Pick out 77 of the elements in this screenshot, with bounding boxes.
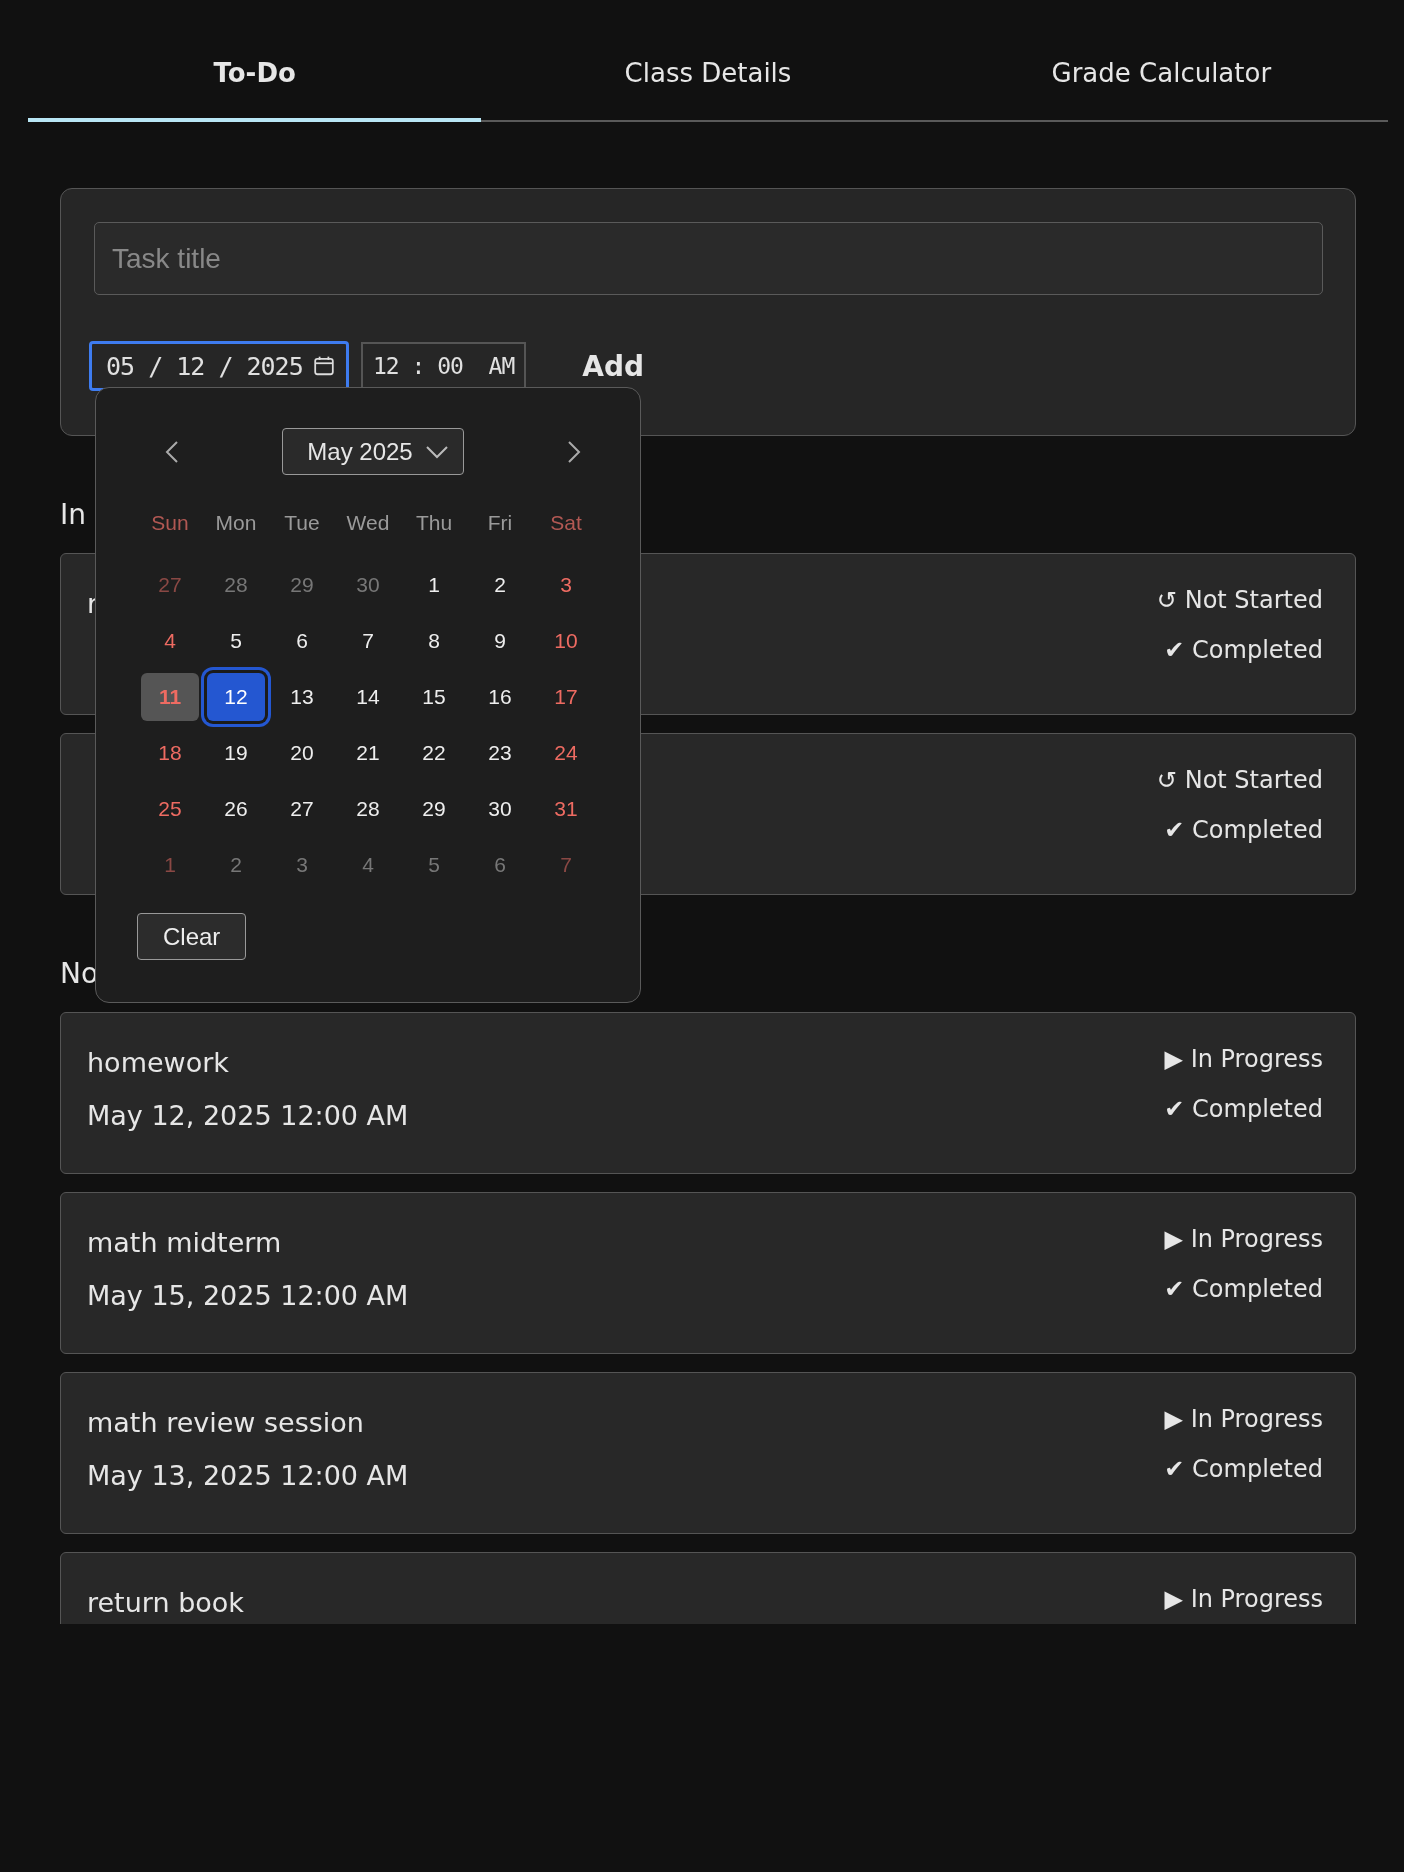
calendar-day[interactable]: 6 [273,617,331,665]
calendar-day[interactable]: 22 [405,729,463,777]
calendar-day[interactable]: 30 [471,785,529,833]
status-button[interactable]: ↺ Not Started [1156,586,1323,614]
month-select[interactable]: May 2025 [282,428,464,475]
calendar-day[interactable]: 20 [273,729,331,777]
calendar-day[interactable]: 10 [537,617,595,665]
tab[interactable]: Grade Calculator [934,58,1388,122]
weekday-label: Sun [150,510,190,536]
calendar-day[interactable]: 15 [405,673,463,721]
calendar-day[interactable]: 8 [405,617,463,665]
calendar-day[interactable]: 27 [273,785,331,833]
calendar-day[interactable]: 23 [471,729,529,777]
status-button[interactable]: ▶ In Progress [1164,1045,1323,1073]
calendar-day[interactable]: 13 [273,673,331,721]
calendar-day[interactable]: 3 [537,561,595,609]
calendar-icon [312,355,335,377]
weekday-label: Tue [283,510,321,536]
task-date: May 13, 2025 12:00 AM [87,1460,409,1491]
calendar-day[interactable]: 4 [141,617,199,665]
task-date: May 15, 2025 12:00 AM [87,1280,409,1311]
calendar-day[interactable]: 21 [339,729,397,777]
calendar-day[interactable]: 6 [471,841,529,889]
calendar-day[interactable]: 3 [273,841,331,889]
next-month-icon[interactable] [567,439,581,464]
calendar-day[interactable]: 25 [141,785,199,833]
status-button[interactable]: ▶ In Progress [1164,1585,1323,1613]
date-field[interactable]: 05 / 12 / 2025 [89,341,349,391]
weekday-label: Fri [486,510,514,536]
calendar-day[interactable]: 16 [471,673,529,721]
calendar-day[interactable]: 9 [471,617,529,665]
calendar-day[interactable]: 5 [405,841,463,889]
calendar-day[interactable]: 31 [537,785,595,833]
weekday-label: Mon [214,510,258,536]
calendar-day[interactable]: 2 [207,841,265,889]
calendar-day[interactable]: 26 [207,785,265,833]
section-heading: In [60,498,86,531]
calendar-day[interactable]: 7 [339,617,397,665]
task-title: math midterm [87,1227,283,1258]
calendar-day[interactable]: 4 [339,841,397,889]
calendar-day[interactable]: 24 [537,729,595,777]
calendar-day[interactable]: 17 [537,673,595,721]
weekday-label: Thu [414,510,454,536]
calendar-day[interactable]: 14 [339,673,397,721]
status-button[interactable]: ✔ Completed [1164,1275,1323,1303]
calendar-day[interactable]: 5 [207,617,265,665]
calendar-day[interactable]: 29 [405,785,463,833]
task-title-field[interactable]: Task title [94,222,1323,295]
calendar-day[interactable]: 28 [339,785,397,833]
time-field[interactable]: 12 : 00 AM [361,342,527,390]
task-title: math review session [87,1407,365,1438]
calendar-day[interactable]: 29 [273,561,331,609]
previous-month-icon[interactable] [165,439,179,464]
calendar-day[interactable]: 28 [207,561,265,609]
status-button[interactable]: ✔ Completed [1164,1455,1323,1483]
calendar-day[interactable]: 1 [405,561,463,609]
calendar-day[interactable]: 19 [207,729,265,777]
weekday-label: Sat [549,510,583,536]
status-button[interactable]: ↺ Not Started [1156,766,1323,794]
task-date: May 12, 2025 12:00 AM [87,1100,409,1131]
task-title: return book [87,1587,244,1618]
weekday-label: Wed [345,510,391,536]
tab[interactable]: To-Do [28,58,482,122]
task-title: homework [87,1047,230,1078]
status-button[interactable]: ▶ In Progress [1164,1225,1323,1253]
add-button[interactable]: Add [576,348,651,384]
chevron-down-icon [424,444,449,459]
status-button[interactable]: ▶ In Progress [1164,1405,1323,1433]
clear-button[interactable]: Clear [137,913,247,960]
calendar-day[interactable]: 2 [471,561,529,609]
status-button[interactable]: ✔ Completed [1164,636,1323,664]
tab[interactable]: Class Details [481,58,935,122]
section-heading: No [60,957,99,990]
status-button[interactable]: ✔ Completed [1164,1095,1323,1123]
calendar-day[interactable]: 18 [141,729,199,777]
status-button[interactable]: ✔ Completed [1164,816,1323,844]
calendar-day[interactable]: 30 [339,561,397,609]
